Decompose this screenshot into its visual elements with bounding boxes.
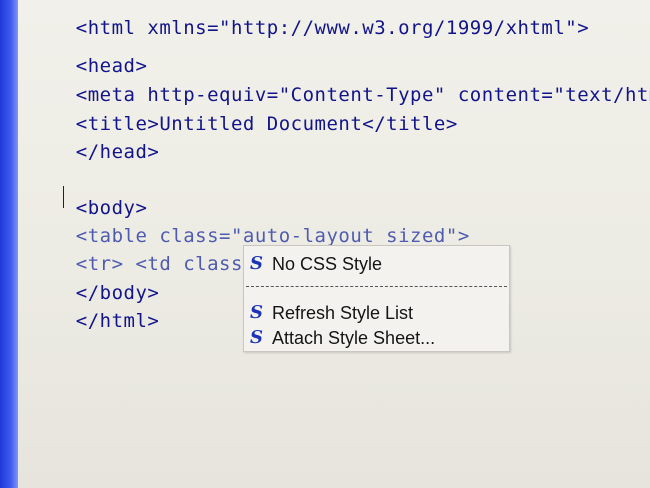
code-line-body-open[interactable]: <body>	[28, 166, 147, 219]
popup-item-refresh-style-list[interactable]: S Refresh Style List	[250, 301, 413, 325]
ibeam-mouse-cursor	[63, 186, 64, 208]
code-editor[interactable]: <html xmlns="http://www.w3.org/1999/xhtm…	[18, 0, 650, 488]
code-line-head-close[interactable]: </head>	[28, 110, 159, 163]
popup-item-label: Refresh Style List	[272, 303, 414, 323]
code-line-body-close[interactable]: </body>	[28, 251, 159, 304]
css-style-icon: S	[250, 327, 263, 348]
popup-item-no-css-style[interactable]: S No CSS Style	[250, 252, 382, 276]
code-line-top-fragment: <html xmlns="http://www.w3.org/1999/xhtm…	[75, 17, 590, 39]
css-style-icon: S	[250, 302, 263, 323]
code-line-meta[interactable]: <meta http-equiv="Content-Type" content=…	[28, 53, 650, 106]
popup-item-label: No CSS Style	[272, 254, 383, 274]
code-line-title[interactable]: <title>Untitled Document</title>	[28, 82, 458, 135]
popup-item-label: Attach Style Sheet...	[272, 328, 436, 348]
code-line-html-close[interactable]: </html>	[28, 279, 159, 332]
code-line-tr-td[interactable]: <tr> <td class="	[28, 222, 270, 275]
popup-divider	[246, 286, 507, 287]
code-hint-popup[interactable]: S No CSS Style S Refresh Style List S At…	[243, 245, 510, 352]
code-line-table[interactable]: <table class="auto-layout sized">	[28, 194, 470, 247]
code-line-head-open[interactable]: <head>	[28, 24, 147, 77]
popup-item-attach-style-sheet[interactable]: S Attach Style Sheet...	[250, 326, 435, 350]
css-style-icon: S	[250, 253, 263, 274]
editor-gutter	[0, 0, 18, 488]
